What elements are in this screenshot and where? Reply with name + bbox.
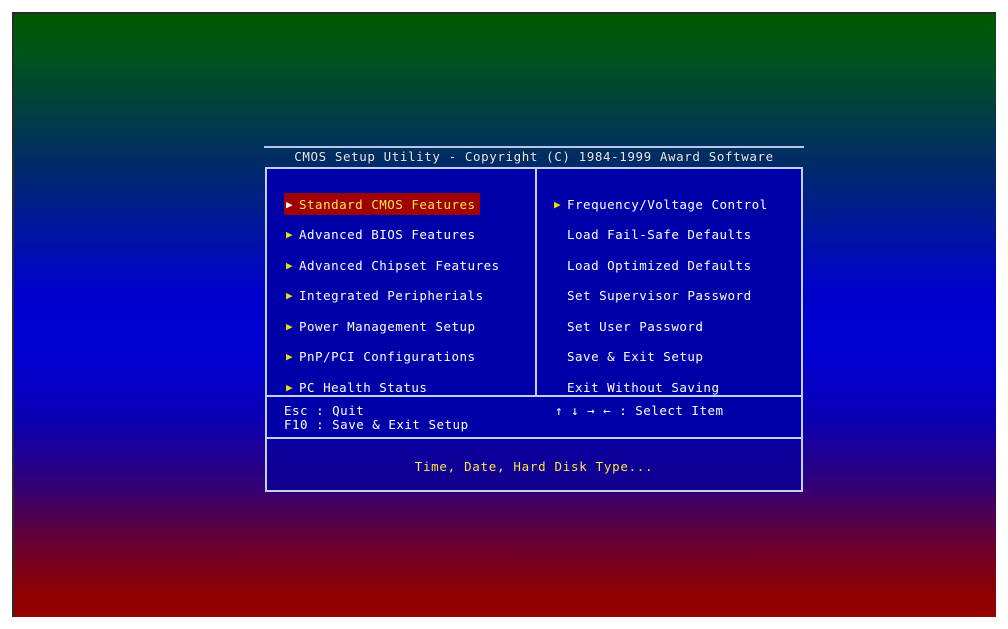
triangle-right-icon: ▶ (286, 197, 294, 211)
menu-item-label: Advanced Chipset Features (299, 257, 500, 273)
menu-item-label: Set User Password (567, 318, 704, 334)
menu-item-save-exit-setup[interactable]: ▶Save & Exit Setup (552, 346, 707, 368)
menu-column-right: ▶Frequency/Voltage Control▶Load Fail-Saf… (552, 193, 797, 407)
title-bar: CMOS Setup Utility - Copyright (C) 1984-… (264, 146, 804, 166)
item-description: Time, Date, Hard Disk Type... (414, 459, 654, 474)
menu-item-label: Exit Without Saving (567, 380, 720, 396)
menu-item-pnp-pci-configurations[interactable]: ▶ PnP/PCI Configurations (284, 346, 480, 368)
menu-item-label: Advanced BIOS Features (299, 227, 476, 243)
menu-item-label: Save & Exit Setup (567, 349, 704, 365)
help-f10-save-exit: F10 : Save & Exit Setup (284, 417, 469, 432)
help-esc-quit: Esc : Quit (284, 403, 365, 418)
menu-item-label: Integrated Peripherials (299, 288, 484, 304)
triangle-right-icon: ▶ (286, 228, 294, 242)
triangle-right-icon: ▶ (286, 289, 294, 303)
triangle-right-icon: ▶ (286, 258, 294, 272)
setup-panel: ▶ Standard CMOS Features ▶ Advanced BIOS Fe… (265, 167, 803, 492)
menu-item-label: Power Management Setup (299, 318, 476, 334)
menu-indent-spacer: ▶ (554, 382, 567, 393)
menu-item-load-fail-safe-defaults[interactable]: ▶Load Fail-Safe Defaults (552, 224, 756, 246)
menu-item-label: Frequency/Voltage Control (567, 196, 768, 212)
menu-item-label: Set Supervisor Password (567, 288, 752, 304)
triangle-right-icon: ▶ (286, 350, 294, 364)
column-divider (535, 169, 537, 395)
menu-item-advanced-chipset-features[interactable]: ▶ Advanced Chipset Features (284, 254, 504, 276)
menu-item-set-user-password[interactable]: ▶Set User Password (552, 315, 707, 337)
menu-indent-spacer: ▶ (554, 229, 567, 240)
page-title: CMOS Setup Utility - Copyright (C) 1984-… (294, 149, 774, 164)
menu-indent-spacer: ▶ (554, 321, 567, 332)
title-rule (264, 146, 804, 148)
triangle-right-icon: ▶ (286, 319, 294, 333)
menu-item-standard-cmos-features[interactable]: ▶ Standard CMOS Features (284, 193, 480, 215)
menu-item-label: Load Optimized Defaults (567, 257, 752, 273)
menu-item-label: Load Fail-Safe Defaults (567, 227, 752, 243)
menu-item-advanced-bios-features[interactable]: ▶ Advanced BIOS Features (284, 224, 480, 246)
menu-item-label: PC Health Status (299, 380, 428, 396)
menu-indent-spacer: ▶ (554, 351, 567, 362)
monitor-bezel: CMOS Setup Utility - Copyright (C) 1984-… (0, 0, 1008, 629)
menu-item-label: PnP/PCI Configurations (299, 349, 476, 365)
help-select-item: ↑ ↓ → ← : Select Item (555, 403, 724, 418)
menu-column-left: ▶ Standard CMOS Features ▶ Advanced BIOS Fe… (284, 193, 532, 407)
menu-item-set-supervisor-password[interactable]: ▶Set Supervisor Password (552, 285, 756, 307)
description-region: Time, Date, Hard Disk Type... (267, 439, 801, 490)
menu-indent-spacer: ▶ (554, 290, 567, 301)
menu-item-frequency-voltage-control[interactable]: ▶ Frequency/Voltage Control (552, 193, 772, 215)
menu-item-integrated-peripherials[interactable]: ▶ Integrated Peripherials (284, 285, 488, 307)
menu-item-label: Standard CMOS Features (299, 196, 476, 212)
triangle-right-icon: ▶ (554, 197, 562, 211)
bios-screen: CMOS Setup Utility - Copyright (C) 1984-… (12, 12, 996, 617)
menu-item-power-management-setup[interactable]: ▶ Power Management Setup (284, 315, 480, 337)
menu-region: ▶ Standard CMOS Features ▶ Advanced BIOS Fe… (267, 169, 801, 395)
key-help-region: Esc : Quit F10 : Save & Exit Setup ↑ ↓ →… (267, 397, 801, 437)
menu-item-load-optimized-defaults[interactable]: ▶Load Optimized Defaults (552, 254, 756, 276)
triangle-right-icon: ▶ (286, 381, 294, 395)
menu-indent-spacer: ▶ (554, 260, 567, 271)
